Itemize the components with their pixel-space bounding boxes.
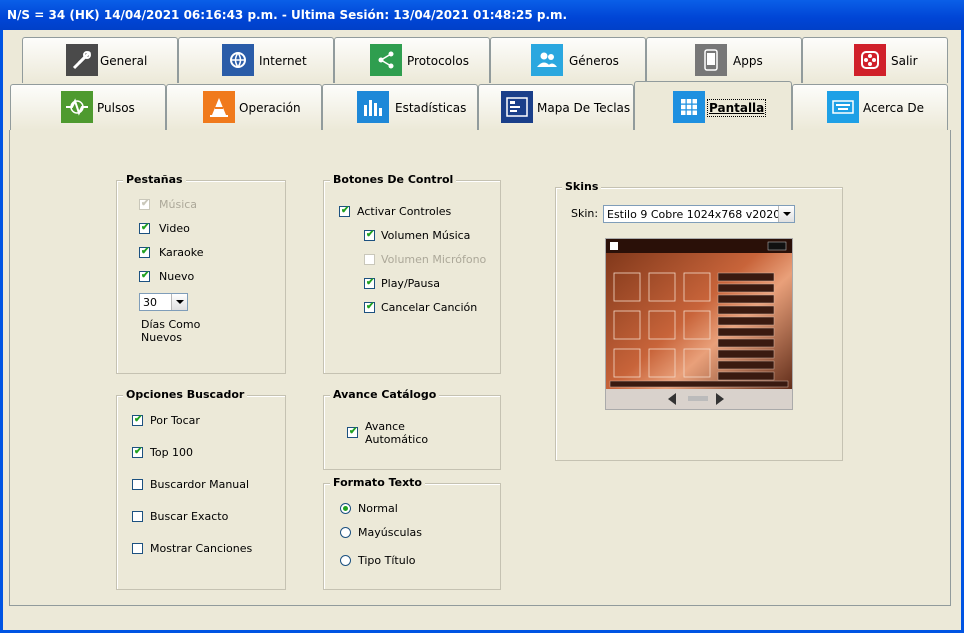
skin-select[interactable]: Estilo 9 Cobre 1024x768 v2020.1 [603,205,795,223]
top100-label: Top 100 [150,446,194,459]
normal-label: Normal [358,502,398,515]
buscador-manual-label: Buscardor Manual [150,478,250,491]
tab-protocolos[interactable]: Protocolos [334,37,490,83]
tab-internet[interactable]: Internet [178,37,334,83]
tab-mapa-de-teclas[interactable]: Mapa De Teclas [478,84,634,130]
cancelar-cancion-label: Cancelar Canción [381,301,478,314]
normal-radio[interactable] [340,503,351,514]
por-tocar-label: Por Tocar [150,414,200,427]
avance-label-2: Automático [365,433,429,446]
tab-label: Acerca De [863,101,925,115]
volumen-microfono-label: Volumen Micrófono [381,253,487,266]
keymap-icon [501,91,533,123]
title-bar[interactable]: N/S = 34 (HK) 14/04/2021 06:16:43 p.m. -… [0,0,964,30]
mostrar-canciones-checkbox[interactable] [132,543,143,554]
tab-pantalla[interactable]: Pantalla [634,81,792,130]
karaoke-checkbox[interactable]: ✔ [139,246,150,258]
people-icon [531,44,563,76]
tab-estadisticas[interactable]: Estadísticas [322,84,478,130]
tab-general[interactable]: General [22,37,178,83]
skin-value: Estilo 9 Cobre 1024x768 v2020.1 [607,208,791,221]
volumen-musica-label: Volumen Música [381,229,471,242]
chevron-down-icon[interactable] [778,206,794,222]
group-title: Opciones Buscador [123,388,248,401]
dias-nuevos-select[interactable]: 30 [139,293,188,311]
tab-operacion[interactable]: Operación [166,84,322,130]
power-icon [854,44,886,76]
tab-label: Mapa De Teclas [537,101,631,115]
skin-preview-image [605,238,793,410]
group-title: Botones De Control [330,173,457,186]
tab-label: Internet [259,54,307,68]
skin-label: Skin: [571,207,599,220]
window-title: N/S = 34 (HK) 14/04/2021 06:16:43 p.m. -… [7,8,568,22]
grid-icon [673,91,705,123]
dias-value: 30 [143,296,157,309]
dias-label-1: Días Como [141,318,201,331]
globe-icon [222,44,254,76]
volumen-microfono-checkbox[interactable] [364,254,375,265]
buscar-exacto-checkbox[interactable] [132,511,143,522]
nuevo-label: Nuevo [159,270,195,283]
cone-icon [203,91,235,123]
buscador-manual-checkbox[interactable] [132,479,143,490]
tab-label: Pulsos [97,101,135,115]
tab-label: Pantalla [706,99,767,117]
group-title: Pestañas [123,173,186,186]
mostrar-canciones-label: Mostrar Canciones [150,542,253,555]
tab-label: Géneros [569,54,619,68]
tab-generos[interactable]: Géneros [490,37,646,83]
mayusculas-label: Mayúsculas [358,526,422,539]
share-icon [370,44,402,76]
tipo-titulo-label: Tipo Título [358,554,416,567]
mayusculas-radio[interactable] [340,527,351,538]
karaoke-label: Karaoke [159,246,204,259]
play-pausa-label: Play/Pausa [381,277,440,290]
tab-label: General [100,54,148,68]
tab-label: Operación [239,101,301,115]
tab-acerca-de[interactable]: Acerca De [792,84,948,130]
chevron-down-icon[interactable] [171,294,187,310]
play-pausa-checkbox[interactable]: ✔ [364,277,375,289]
buscar-exacto-label: Buscar Exacto [150,510,229,523]
tab-label: Protocolos [407,54,469,68]
group-title: Skins [562,180,602,193]
cancelar-cancion-checkbox[interactable]: ✔ [364,301,375,313]
activar-controles-checkbox[interactable]: ✔ [339,205,350,217]
tools-icon [66,44,98,76]
video-checkbox[interactable]: ✔ [139,222,150,234]
main-window: N/S = 34 (HK) 14/04/2021 06:16:43 p.m. -… [0,0,964,633]
avance-automatico-checkbox[interactable]: ✔ [347,426,358,438]
tab-apps[interactable]: Apps [646,37,802,83]
phone-icon [695,44,727,76]
tab-pulsos[interactable]: Pulsos [10,84,166,130]
activar-controles-label: Activar Controles [357,205,452,218]
dias-label-2: Nuevos [141,331,182,344]
tab-label: Salir [891,54,918,68]
keyboard-icon [827,91,859,123]
pulse-icon [61,91,93,123]
avance-label-1: Avance [365,420,405,433]
bar-chart-icon [357,91,389,123]
tab-label: Estadísticas [395,101,467,115]
musica-label: Música [159,198,198,211]
volumen-musica-checkbox[interactable]: ✔ [364,229,375,241]
group-title: Avance Catálogo [330,388,440,401]
tab-label: Apps [733,54,763,68]
group-title: Formato Texto [330,476,425,489]
nuevo-checkbox[interactable]: ✔ [139,270,150,282]
client-area: General Internet Protocolos Géneros Apps [3,30,961,630]
por-tocar-checkbox[interactable]: ✔ [132,414,143,426]
top100-checkbox[interactable]: ✔ [132,446,143,458]
tab-salir[interactable]: Salir [802,37,948,83]
musica-checkbox[interactable]: ✔ [139,198,150,210]
tipo-titulo-radio[interactable] [340,555,351,566]
video-label: Video [159,222,190,235]
